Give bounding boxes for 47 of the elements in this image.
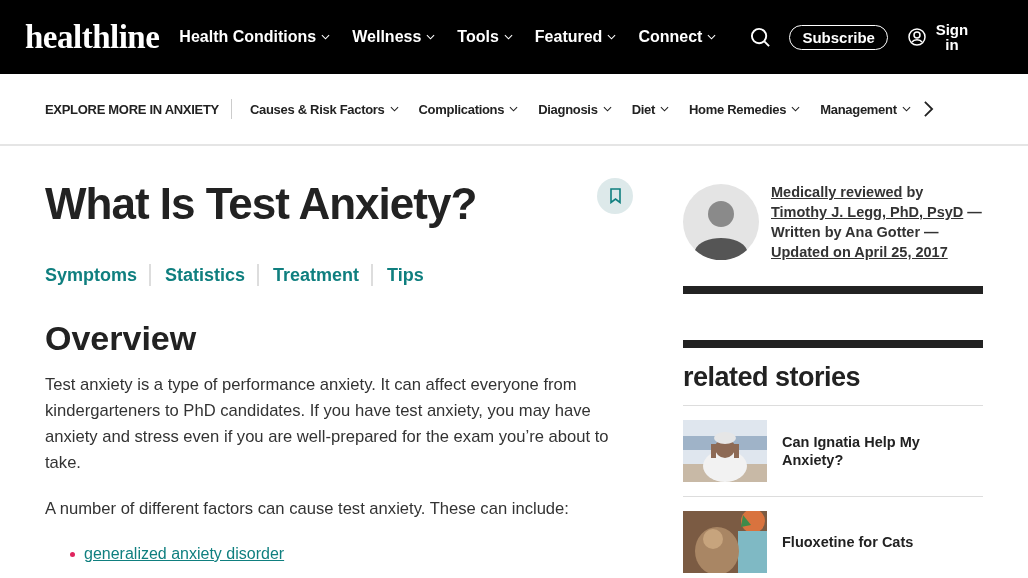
section-label: EXPLORE MORE IN ANXIETY <box>45 101 219 117</box>
caret-icon <box>602 106 612 112</box>
story-link[interactable]: Can Ignatia Help My Anxiety? <box>782 433 932 469</box>
topic-menu-item[interactable]: Management <box>820 101 911 117</box>
section-link[interactable]: Tips <box>387 264 424 286</box>
byline-link[interactable]: Updated on April 25, 2017 <box>771 244 948 260</box>
nav-menu-item[interactable]: Tools <box>457 28 513 46</box>
topic-menu-item[interactable]: Causes & Risk Factors <box>249 101 399 117</box>
nav-menu-item[interactable]: Connect <box>638 28 717 46</box>
topic-menu-item[interactable]: Diagnosis <box>538 101 612 117</box>
sign-in-button[interactable]: Sign in <box>931 22 972 52</box>
related-stories-heading: related stories <box>683 362 983 406</box>
site-logo[interactable]: healthline <box>25 18 160 56</box>
nav-menu-item[interactable]: Featured <box>534 28 617 46</box>
topic-menu-item[interactable]: Complications <box>418 101 519 117</box>
story-link[interactable]: Fluoxetine for Cats <box>782 533 932 551</box>
body-paragraph: Test anxiety is a type of performance anxiety. It can affect everyone from kindergarteners to PhD candidates. If you have test anxiety, you may have anxiety and stress even if you are well-prepared for the exam you’re about to take. <box>45 374 610 474</box>
bookmark-button[interactable] <box>597 178 633 214</box>
byline-link[interactable]: Timothy J. Legg, PhD, PsyD <box>771 204 964 220</box>
byline-link[interactable]: Medically reviewed <box>771 184 903 200</box>
bookmark-icon <box>608 188 622 204</box>
caret-icon <box>791 106 801 112</box>
search-icon[interactable] <box>750 26 772 48</box>
caret-icon <box>607 34 617 40</box>
caret-icon <box>389 106 399 112</box>
nav-menu-item[interactable]: Wellness <box>352 28 436 46</box>
body-paragraph: A number of different factors can cause test anxiety. These can include: <box>45 498 570 520</box>
section-link[interactable]: Symptoms <box>45 264 138 286</box>
topic-menu-item[interactable]: Diet <box>631 101 669 117</box>
article-title: What Is Test Anxiety? <box>45 178 477 230</box>
section-link[interactable]: Statistics <box>165 264 246 286</box>
caret-icon <box>901 106 911 112</box>
caret-icon <box>509 106 519 112</box>
section-link[interactable]: Treatment <box>273 264 360 286</box>
caret-icon <box>321 34 331 40</box>
caret-icon <box>426 34 436 40</box>
bullet-icon <box>70 551 75 557</box>
nav-menu-item[interactable]: Health Conditions <box>179 28 331 46</box>
caret-icon <box>707 34 717 40</box>
topic-menu-item[interactable]: Home Remedies <box>689 101 801 117</box>
caret-icon <box>660 106 669 112</box>
list-link[interactable]: generalized anxiety disorder <box>84 542 285 566</box>
caret-icon <box>503 34 513 40</box>
user-icon[interactable] <box>907 28 926 46</box>
byline-text: Medically reviewed by Timothy J. Legg, PhD, PsyD — Written by Ana Gotter — Updated on April 25, 2017 <box>771 183 983 262</box>
scroll-right-icon[interactable] <box>922 100 934 118</box>
section-heading: Overview <box>45 318 198 358</box>
